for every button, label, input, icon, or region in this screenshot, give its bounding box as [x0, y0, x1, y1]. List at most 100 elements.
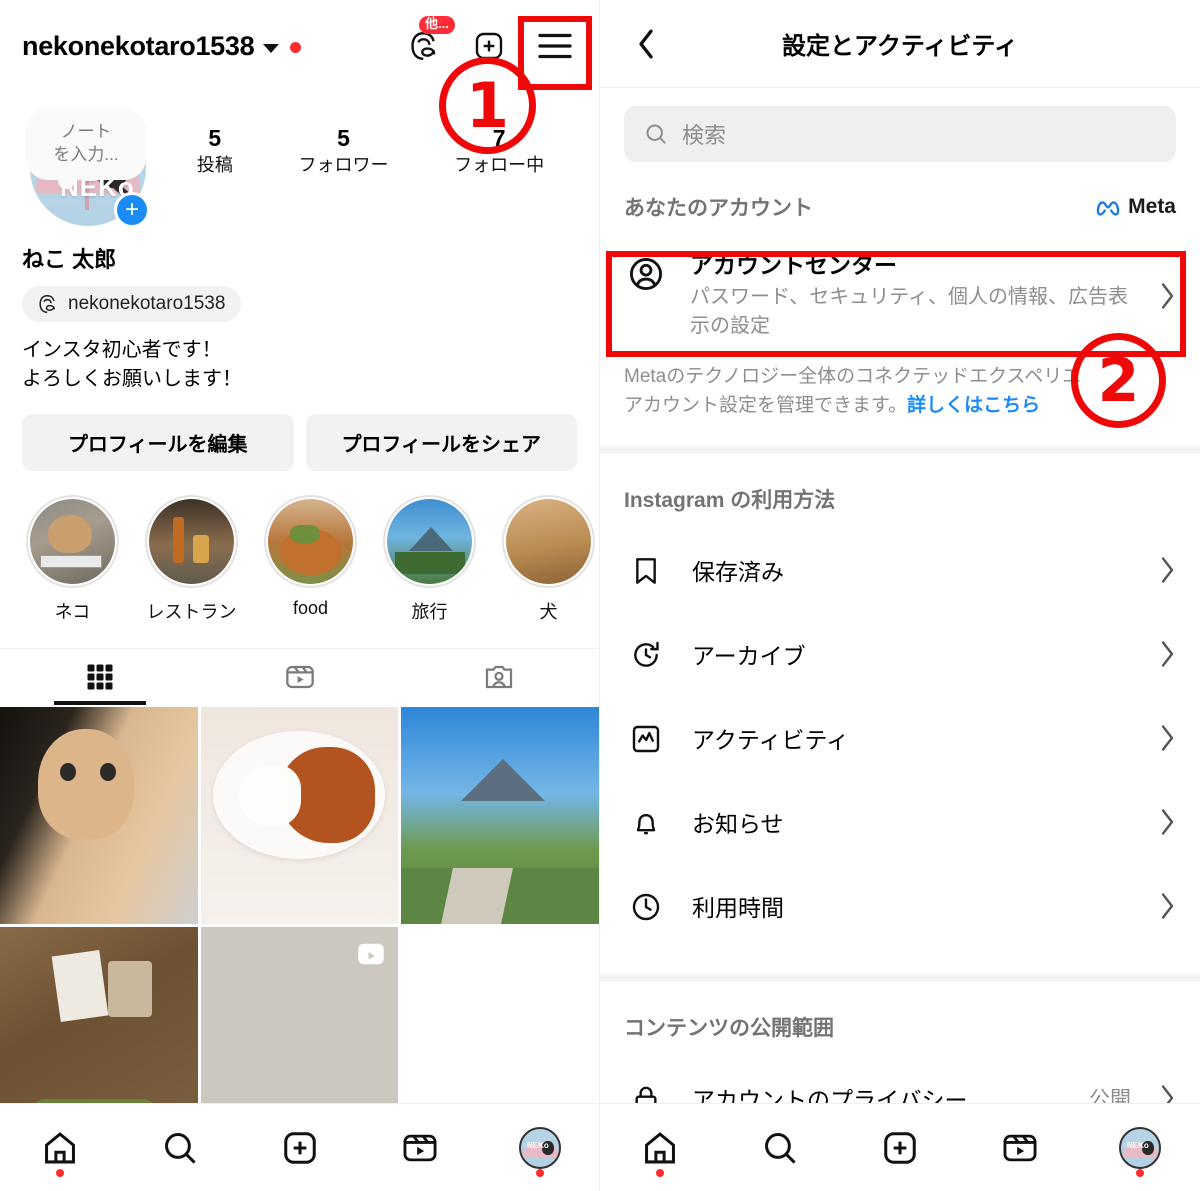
chevron-right-icon[interactable]: [1159, 724, 1176, 752]
highlight-ring: [145, 495, 238, 588]
nav-create-button[interactable]: [269, 1117, 331, 1179]
chevron-right-icon[interactable]: [1159, 556, 1176, 584]
section-title-visibility: コンテンツの公開範囲: [624, 1017, 834, 1041]
nav-profile-dot-icon: [1136, 1168, 1144, 1177]
settings-item-label: 利用時間: [692, 895, 784, 922]
home-icon: [645, 1131, 675, 1163]
settings-item-label: お知らせ: [692, 811, 784, 838]
settings-item-archive[interactable]: アーカイブ: [600, 612, 1200, 696]
instagram-profile-screen: nekonekotaro1538 他... ノート を入力... NEKo + …: [0, 0, 600, 1191]
story-highlights-row[interactable]: ネコ レストラン food 旅行 犬: [0, 471, 599, 624]
bottom-navigation-right: NEKo: [600, 1103, 1200, 1191]
nav-search-button[interactable]: [749, 1117, 811, 1179]
nav-reels-button[interactable]: [389, 1117, 451, 1179]
post-cell[interactable]: [0, 707, 198, 925]
search-icon: [765, 1132, 796, 1164]
create-icon: [884, 1131, 916, 1164]
nav-reels-button[interactable]: [989, 1117, 1051, 1179]
nav-profile-button[interactable]: NEKo: [1109, 1117, 1171, 1179]
nav-home-button[interactable]: [629, 1117, 691, 1179]
search-input[interactable]: 検索: [624, 106, 1176, 162]
settings-item-saved[interactable]: 保存済み: [600, 528, 1200, 612]
reels-badge-icon: [356, 939, 386, 974]
account-center-body: アカウントセンター パスワード、セキュリティ、個人の情報、広告表示の設定: [690, 250, 1137, 341]
highlight-ring: [264, 495, 357, 588]
nav-create-button[interactable]: [869, 1117, 931, 1179]
section-header-visibility: コンテンツの公開範囲: [600, 982, 1200, 1056]
share-profile-button[interactable]: プロフィールをシェア: [305, 414, 577, 471]
chevron-right-icon[interactable]: [1159, 892, 1176, 920]
add-story-plus-icon[interactable]: +: [114, 192, 150, 228]
chevron-down-icon[interactable]: [263, 43, 280, 53]
section-title-howto: Instagram の利用方法: [624, 489, 836, 513]
settings-search-wrap: 検索: [600, 88, 1200, 162]
section-header-account: あなたのアカウント Meta: [600, 162, 1200, 236]
highlight-cover-dog: [506, 499, 591, 584]
highlight-item[interactable]: レストラン: [145, 495, 238, 624]
threads-button[interactable]: 他...: [403, 16, 455, 66]
highlight-item[interactable]: 犬: [502, 495, 595, 624]
chevron-right-icon[interactable]: [1159, 640, 1176, 668]
nav-search-button[interactable]: [149, 1117, 211, 1179]
profile-username: nekonekotaro1538: [22, 30, 255, 61]
post-cell[interactable]: [401, 707, 599, 925]
unread-dot-icon: [290, 42, 302, 53]
stat-posts[interactable]: 5 投稿: [197, 124, 233, 177]
posts-grid: [0, 707, 599, 1145]
highlight-item[interactable]: ネコ: [26, 495, 119, 624]
edit-profile-button[interactable]: プロフィールを編集: [22, 414, 294, 471]
highlight-label: 犬: [539, 602, 558, 622]
note-bubble[interactable]: ノート を入力...: [26, 108, 146, 189]
highlight-label: 旅行: [411, 602, 448, 622]
stat-following-label: フォロー中: [454, 154, 545, 175]
reels-icon: [1003, 1134, 1037, 1161]
settings-item-activity[interactable]: アクティビティ: [600, 696, 1200, 780]
search-icon: [646, 124, 666, 144]
create-icon: [284, 1131, 316, 1164]
highlight-label: food: [292, 598, 329, 618]
meta-infinity-icon: [1096, 200, 1120, 216]
stat-posts-label: 投稿: [196, 154, 233, 175]
dual-screen-container: nekonekotaro1538 他... ノート を入力... NEKo + …: [0, 0, 1200, 1191]
highlight-item[interactable]: 旅行: [383, 495, 476, 624]
nav-home-button[interactable]: [29, 1117, 91, 1179]
settings-item-time-spent[interactable]: 利用時間: [600, 864, 1200, 948]
tab-reels[interactable]: [200, 649, 400, 705]
back-button[interactable]: [624, 22, 668, 66]
section-title-account: あなたのアカウント: [624, 197, 813, 220]
profile-full-name: ねこ 太郎: [22, 247, 117, 272]
learn-more-link[interactable]: 詳しくはこちら: [907, 395, 1040, 416]
chevron-right-icon[interactable]: [1159, 808, 1176, 836]
settings-item-notifications[interactable]: お知らせ: [600, 780, 1200, 864]
stat-followers[interactable]: 5 フォロワー: [298, 124, 388, 177]
threads-handle-chip[interactable]: nekonekotaro1538: [22, 286, 242, 322]
meta-logo: Meta: [1095, 195, 1176, 219]
highlight-item[interactable]: food: [264, 495, 357, 624]
highlight-label: ネコ: [54, 602, 91, 622]
nav-home-dot-icon: [56, 1168, 64, 1177]
section-divider: [600, 974, 1200, 983]
profile-avatar-icon: NEKo: [519, 1126, 561, 1169]
nav-profile-button[interactable]: NEKo: [509, 1117, 571, 1179]
hamburger-menu-button[interactable]: [535, 26, 575, 66]
highlight-ring: [502, 495, 595, 588]
tab-tagged[interactable]: [399, 649, 599, 705]
highlight-ring: [26, 495, 119, 588]
home-icon: [45, 1131, 75, 1163]
username-switcher[interactable]: nekonekotaro1538: [22, 31, 403, 62]
tab-grid[interactable]: [0, 649, 200, 705]
archive-clock-icon: [624, 633, 668, 677]
tagged-icon: [486, 665, 513, 689]
post-cell[interactable]: [200, 707, 399, 925]
profile-action-buttons: プロフィールを編集 プロフィールをシェア: [0, 394, 599, 471]
annotation-circle-1: 1: [439, 57, 536, 154]
note-bubble-line1: ノート: [60, 122, 112, 142]
account-center-note-line1: Metaのテクノロジー全体のコネクテッドエクスペリエ: [624, 366, 1082, 388]
account-center-chevron[interactable]: [1159, 282, 1176, 310]
reels-icon: [285, 665, 314, 689]
stat-posts-value: 5: [208, 125, 222, 151]
bottom-navigation-left: NEKo: [0, 1103, 599, 1191]
highlight-cover-food: [268, 499, 353, 584]
annotation-circle-2: 2: [1071, 333, 1166, 428]
note-bubble-line2: を入力...: [53, 145, 119, 164]
